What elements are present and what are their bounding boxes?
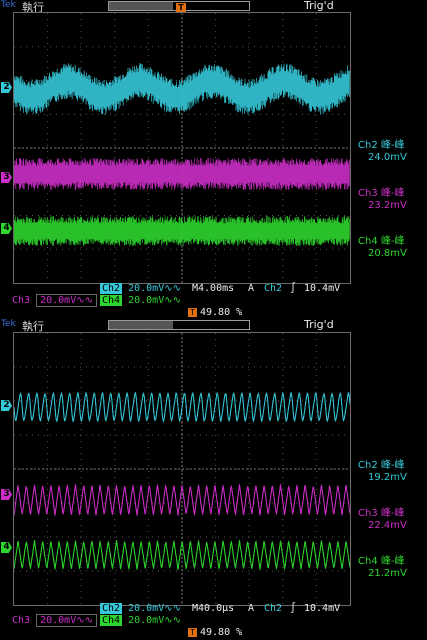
trigger-status: Trig'd bbox=[304, 318, 334, 331]
measurement-value: 21.2mV bbox=[368, 568, 407, 579]
measurement-label: Ch2 峰-峰 bbox=[358, 460, 405, 471]
acquisition-record-bar bbox=[108, 320, 250, 330]
ch2-ground-marker[interactable]: 2 bbox=[1, 400, 12, 411]
trigger-mode: A bbox=[248, 603, 255, 614]
trigger-position-value: 49.80 % bbox=[200, 307, 243, 318]
ch3-scale-readout[interactable]: Ch3 20.0mV∿∿ bbox=[12, 614, 97, 627]
ch4-scale: 20.0mV∿∿ bbox=[128, 295, 181, 306]
ch2-scale-readout[interactable]: Ch2 20.0mV∿∿ bbox=[100, 283, 181, 294]
record-view-window bbox=[109, 2, 173, 10]
measurement-label: Ch4 峰-峰 bbox=[358, 556, 405, 567]
ch3-waveform bbox=[14, 483, 350, 517]
measurement-ch4: Ch4 峰-峰 21.2mV bbox=[358, 556, 407, 580]
status-bar: Tek 執行 Trig'd bbox=[0, 0, 427, 14]
ch3-ground-marker[interactable]: 3 bbox=[1, 489, 12, 500]
trigger-slope-icon: ∫ bbox=[290, 283, 297, 294]
measurement-ch2: Ch2 峰-峰 19.2mV bbox=[358, 460, 407, 484]
trigger-source[interactable]: Ch2 bbox=[264, 603, 282, 614]
ch3-tag: Ch3 bbox=[12, 295, 31, 306]
measurement-ch2: Ch2 峰-峰 24.0mV bbox=[358, 140, 407, 164]
status-bar: Tek 執行 Trig'd bbox=[0, 318, 427, 333]
ch3-ground-marker[interactable]: 3 bbox=[1, 172, 12, 183]
timebase-readout[interactable]: M40.0µs bbox=[192, 603, 234, 614]
timebase-readout[interactable]: M4.00ms bbox=[192, 283, 234, 294]
waveform-graticule bbox=[14, 13, 350, 283]
ch4-ground-marker[interactable]: 4 bbox=[1, 542, 12, 553]
trigger-status: Trig'd bbox=[304, 0, 334, 12]
measurement-label: Ch4 峰-峰 bbox=[358, 236, 405, 247]
ch2-scale: 20.0mV∿∿ bbox=[128, 283, 181, 294]
ch4-scale-readout[interactable]: Ch4 20.0mV∿∿ bbox=[100, 295, 181, 306]
trigger-level[interactable]: 10.4mV bbox=[304, 283, 340, 294]
waveform-graticule bbox=[14, 333, 350, 605]
scope-panel-2: Tek 執行 Trig'd T 2 3 4 Ch2 峰-峰 19.2mV Ch3… bbox=[0, 318, 427, 640]
measurement-value: 24.0mV bbox=[368, 152, 407, 163]
measurement-label: Ch3 峰-峰 bbox=[358, 188, 405, 199]
ch3-scale: 20.0mV∿∿ bbox=[36, 294, 97, 307]
measurement-label: Ch2 峰-峰 bbox=[358, 140, 405, 151]
waveform-display bbox=[13, 12, 351, 284]
trigger-mode: A bbox=[248, 283, 255, 294]
measurement-value: 22.4mV bbox=[368, 520, 407, 531]
ch2-tag: Ch2 bbox=[100, 283, 123, 294]
measurement-ch4: Ch4 峰-峰 20.8mV bbox=[358, 236, 407, 260]
scope-panel-1: Tek 執行 Trig'd T 2 3 4 Ch2 峰-峰 24.0mV Ch3… bbox=[0, 0, 427, 320]
ch3-scale: 20.0mV∿∿ bbox=[36, 614, 97, 627]
trigger-slope-icon: ∫ bbox=[290, 603, 297, 614]
trigger-position-readout: T 49.80 % bbox=[188, 307, 242, 318]
measurement-ch3: Ch3 峰-峰 23.2mV bbox=[358, 188, 407, 212]
ch3-scale-readout[interactable]: Ch3 20.0mV∿∿ bbox=[12, 294, 97, 307]
record-view-window bbox=[109, 321, 173, 329]
ch4-tag: Ch4 bbox=[100, 615, 123, 626]
ch3-tag: Ch3 bbox=[12, 615, 31, 626]
measurement-value: 23.2mV bbox=[368, 200, 407, 211]
ch2-scale: 20.0mV∿∿ bbox=[128, 603, 181, 614]
trigger-t-icon: T bbox=[188, 307, 197, 317]
ch2-ground-marker[interactable]: 2 bbox=[1, 82, 12, 93]
ch2-waveform bbox=[14, 63, 350, 115]
waveform-display bbox=[13, 332, 351, 606]
ch3-waveform bbox=[14, 158, 350, 190]
measurement-value: 19.2mV bbox=[368, 472, 407, 483]
ch4-tag: Ch4 bbox=[100, 295, 123, 306]
measurement-label: Ch3 峰-峰 bbox=[358, 508, 405, 519]
ch4-waveform bbox=[14, 216, 350, 246]
trigger-level[interactable]: 10.4mV bbox=[304, 603, 340, 614]
trigger-position-readout: T 49.80 % bbox=[188, 627, 242, 638]
ch4-scale: 20.0mV∿∿ bbox=[128, 615, 181, 626]
measurement-value: 20.8mV bbox=[368, 248, 407, 259]
trigger-position-value: 49.80 % bbox=[200, 627, 243, 638]
measurement-ch3: Ch3 峰-峰 22.4mV bbox=[358, 508, 407, 532]
ch4-ground-marker[interactable]: 4 bbox=[1, 223, 12, 234]
ch2-tag: Ch2 bbox=[100, 603, 123, 614]
ch4-scale-readout[interactable]: Ch4 20.0mV∿∿ bbox=[100, 615, 181, 626]
tek-logo: Tek bbox=[1, 0, 16, 10]
ch2-scale-readout[interactable]: Ch2 20.0mV∿∿ bbox=[100, 603, 181, 614]
tek-logo: Tek bbox=[1, 319, 16, 329]
trigger-source[interactable]: Ch2 bbox=[264, 283, 282, 294]
trigger-t-icon: T bbox=[188, 627, 197, 637]
